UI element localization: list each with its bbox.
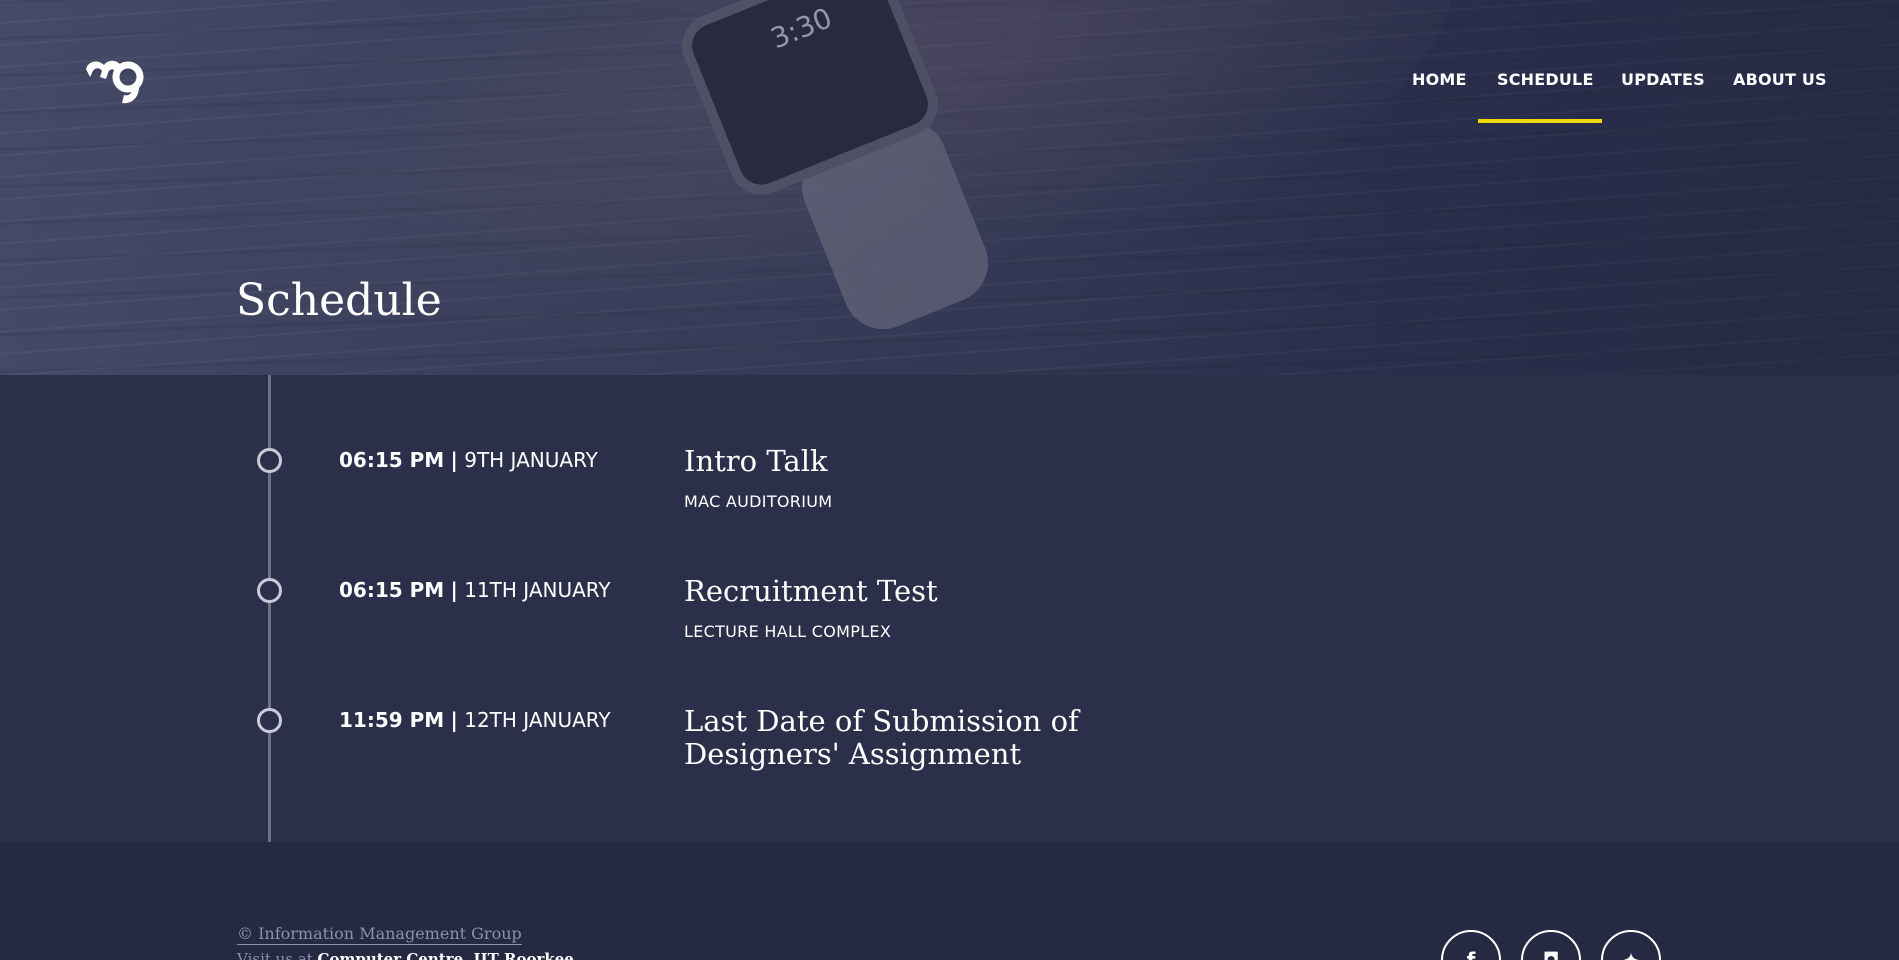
event-separator: | bbox=[450, 708, 458, 732]
event-datetime: 11:59 PM | 12TH JANUARY bbox=[339, 708, 611, 732]
event-location: LECTURE HALL COMPLEX bbox=[684, 622, 892, 641]
nav-about-us[interactable]: ABOUT US bbox=[1733, 70, 1827, 89]
twitter-button[interactable]: ✦ bbox=[1601, 930, 1661, 960]
event-date: 11TH JANUARY bbox=[464, 578, 611, 602]
event-time: 11:59 PM bbox=[339, 708, 445, 732]
event-date: 9TH JANUARY bbox=[464, 448, 598, 472]
event-title: Intro Talk bbox=[684, 444, 828, 478]
twitter-icon: ✦ bbox=[1622, 948, 1640, 960]
event-datetime: 06:15 PM | 9TH JANUARY bbox=[339, 448, 598, 472]
event-date: 12TH JANUARY bbox=[464, 708, 611, 732]
event-time: 06:15 PM bbox=[339, 578, 445, 602]
timeline-dot-icon bbox=[257, 708, 282, 733]
nav-active-indicator bbox=[1478, 119, 1602, 123]
credit-link[interactable]: Computer Centre, IIT Roorkee bbox=[318, 950, 574, 960]
event-separator: | bbox=[450, 448, 458, 472]
github-icon: ◘ bbox=[1542, 948, 1560, 960]
event-time: 06:15 PM bbox=[339, 448, 445, 472]
credit-prefix: Visit us at bbox=[237, 950, 313, 960]
event-title: Recruitment Test bbox=[684, 574, 938, 608]
nav-schedule[interactable]: SCHEDULE bbox=[1497, 70, 1594, 89]
nav-updates[interactable]: UPDATES bbox=[1621, 70, 1705, 89]
nav-home[interactable]: HOME bbox=[1412, 70, 1467, 89]
event-separator: | bbox=[450, 578, 458, 602]
page-title: Schedule bbox=[236, 275, 442, 326]
timeline-dot-icon bbox=[257, 578, 282, 603]
timeline-dot-icon bbox=[257, 448, 282, 473]
main-nav: HOME SCHEDULE UPDATES ABOUT US bbox=[0, 70, 1899, 120]
event-location: MAC AUDITORIUM bbox=[684, 492, 833, 511]
github-button[interactable]: ◘ bbox=[1521, 930, 1581, 960]
facebook-button[interactable]: f bbox=[1441, 930, 1501, 960]
schedule-timeline: 06:15 PM | 9TH JANUARY Intro Talk MAC AU… bbox=[0, 375, 1899, 842]
event-title: Last Date of Submission of Designers' As… bbox=[684, 704, 1079, 771]
site-footer: © Information Management Group Visit us … bbox=[0, 842, 1899, 960]
timeline-line bbox=[268, 375, 271, 842]
facebook-icon: f bbox=[1466, 948, 1476, 960]
event-datetime: 06:15 PM | 11TH JANUARY bbox=[339, 578, 611, 602]
copyright-link[interactable]: © Information Management Group bbox=[237, 924, 522, 945]
footer-credit: Visit us at Computer Centre, IIT Roorkee bbox=[237, 950, 574, 960]
